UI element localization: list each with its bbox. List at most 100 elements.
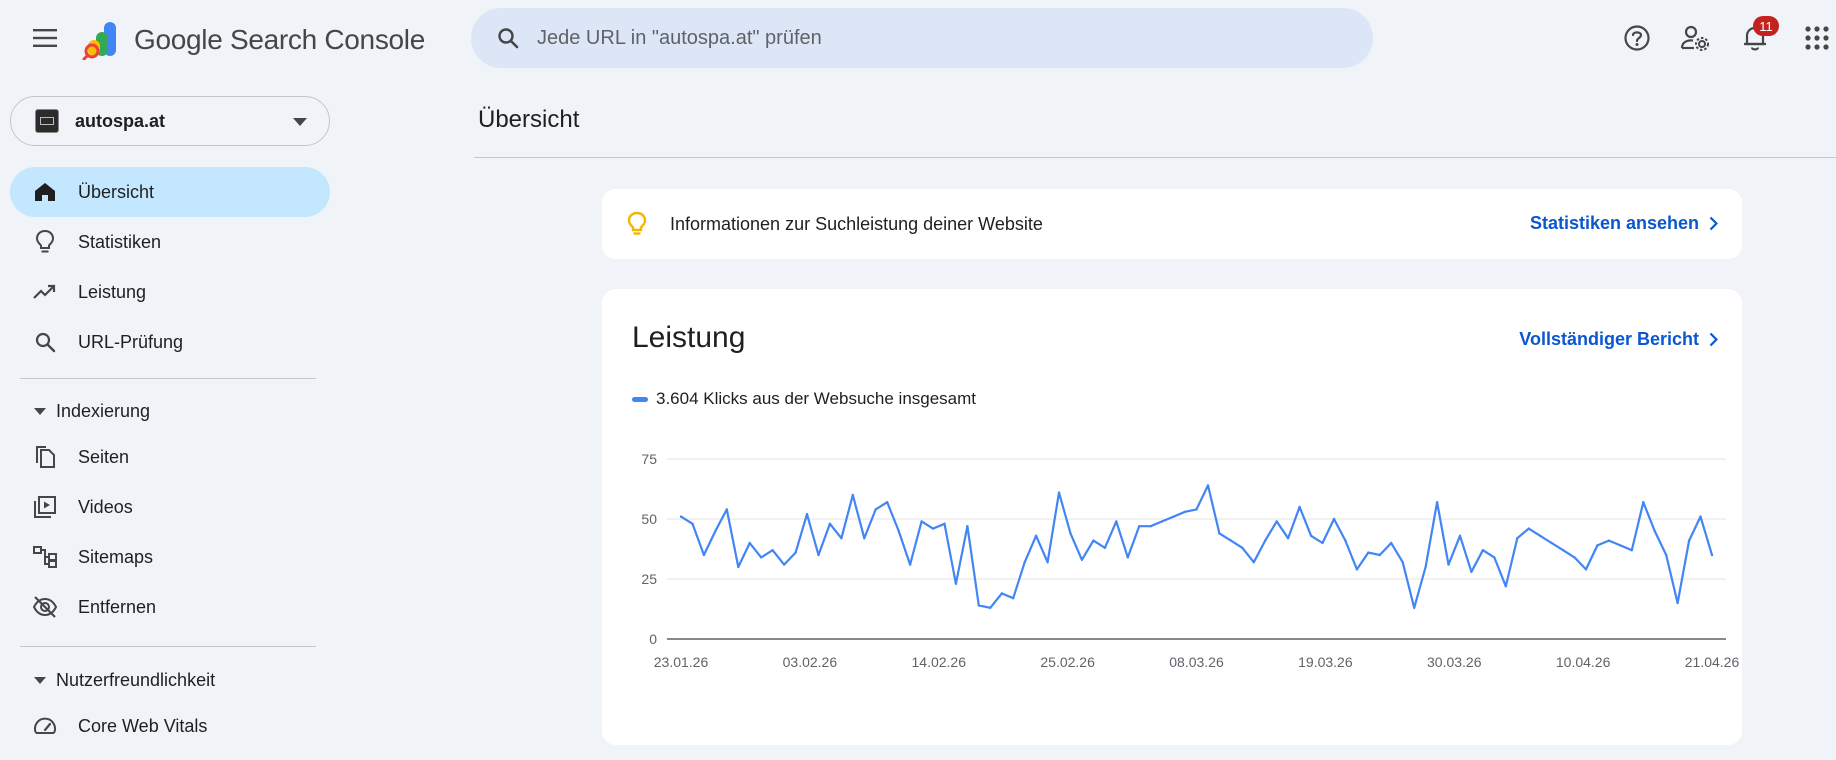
y-tick-label: 50: [641, 511, 657, 527]
nav-item-url-pruefung[interactable]: URL-Prüfung: [10, 317, 330, 367]
data-point: [1115, 520, 1118, 523]
nav-item-leistung[interactable]: Leistung: [10, 267, 330, 317]
data-point: [1103, 546, 1107, 549]
insight-card: Informationen zur Suchleistung deiner We…: [602, 189, 1742, 259]
data-point: [1264, 539, 1267, 542]
nav-item-label: Core Web Vitals: [78, 715, 208, 736]
nav-item-uebersicht[interactable]: Übersicht: [10, 167, 330, 217]
home-icon: [32, 179, 58, 205]
page-title: Übersicht: [478, 106, 580, 133]
lightbulb-icon: [32, 229, 58, 255]
data-point: [1447, 563, 1450, 566]
search-icon: [493, 23, 523, 53]
search-input[interactable]: [537, 26, 1317, 50]
nav-item-videos[interactable]: Videos: [10, 482, 330, 532]
data-point: [931, 527, 935, 530]
view-statistics-link[interactable]: Statistiken ansehen: [1530, 213, 1718, 234]
trending-up-icon: [32, 279, 58, 305]
nav-item-core-web-vitals[interactable]: Core Web Vitals: [10, 701, 330, 751]
data-point: [1630, 549, 1634, 552]
collapse-arrow-icon: [34, 407, 46, 415]
section-label: Nutzerfreundlichkeit: [56, 669, 216, 690]
apps-button[interactable]: [1799, 20, 1835, 56]
dropdown-arrow-icon: [293, 118, 307, 126]
speed-gauge-icon: [32, 713, 58, 739]
view-statistics-label: Statistiken ansehen: [1529, 213, 1699, 233]
data-point: [1642, 501, 1645, 504]
data-point: [1504, 585, 1507, 588]
section-toggle-nutzerfreundlichkeit[interactable]: Nutzerfreundlichkeit: [10, 660, 330, 700]
data-point: [1057, 491, 1061, 494]
nav-item-label: Statistiken: [78, 231, 162, 252]
data-point: [1573, 556, 1576, 559]
data-point: [1149, 525, 1152, 528]
data-point: [897, 529, 900, 533]
data-point: [1080, 558, 1084, 561]
section-toggle-indexierung[interactable]: Indexierung: [10, 391, 330, 431]
y-tick-label: 0: [649, 631, 657, 647]
data-point: [1229, 539, 1233, 542]
data-point: [943, 522, 946, 525]
nav-item-entfernen[interactable]: Entfernen: [10, 582, 330, 632]
data-point: [1584, 568, 1588, 571]
data-point: [748, 541, 751, 545]
chevron-right-icon: [1709, 216, 1718, 231]
clicks-line-chart: 0 25 50 75 23.01.26 03.02.26 14.02.26 25.02.26 0…: [641, 451, 1740, 670]
data-point: [1160, 520, 1164, 523]
data-point: [989, 606, 992, 609]
visibility-off-icon: [32, 594, 58, 620]
data-point: [1126, 556, 1129, 559]
sitemap-icon: [32, 544, 58, 570]
data-point: [1355, 568, 1359, 571]
data-point: [702, 553, 706, 557]
sidebar-divider: [20, 646, 316, 647]
nav-item-label: Leistung: [78, 281, 147, 302]
x-tick-label: 25.02.26: [1040, 654, 1095, 670]
data-point: [1183, 510, 1187, 513]
video-library-icon: [32, 494, 58, 520]
x-tick-label: 10.04.26: [1556, 654, 1611, 670]
data-point: [1653, 529, 1656, 533]
x-tick-label: 21.04.26: [1685, 654, 1740, 670]
nav-item-seiten[interactable]: Seiten: [10, 432, 330, 482]
notifications-button[interactable]: 11: [1737, 16, 1779, 56]
main-content: Übersicht Informationen zur Suchleistung…: [474, 76, 1836, 760]
data-point: [1000, 592, 1003, 595]
help-button[interactable]: [1619, 20, 1655, 56]
property-selector[interactable]: autospa.at: [10, 96, 330, 146]
apps-grid-icon: [1805, 26, 1829, 50]
data-point: [1413, 606, 1416, 609]
data-point: [1012, 597, 1015, 600]
data-point: [863, 537, 866, 540]
y-tick-label: 75: [641, 451, 657, 467]
data-point: [954, 582, 958, 585]
url-inspection-search[interactable]: [471, 8, 1373, 68]
data-point: [1424, 565, 1427, 569]
pages-icon: [32, 444, 58, 470]
hamburger-menu-icon: [33, 29, 57, 47]
data-point: [1516, 537, 1519, 540]
data-point: [1378, 553, 1381, 557]
help-icon: [1624, 25, 1650, 51]
account-settings-button[interactable]: [1677, 20, 1713, 56]
nav-item-statistiken[interactable]: Statistiken: [10, 217, 330, 267]
data-point: [1435, 501, 1439, 504]
data-point: [1138, 525, 1141, 528]
performance-card: Leistung Vollständiger Bericht 3.604 Kli…: [602, 289, 1742, 745]
search-console-logo[interactable]: Google Search Console: [82, 20, 425, 60]
data-point: [1527, 527, 1530, 530]
data-point: [714, 529, 717, 533]
title-divider: [474, 157, 1836, 158]
data-point: [1046, 561, 1049, 564]
data-point: [679, 515, 683, 518]
data-point: [874, 508, 877, 511]
section-label: Indexierung: [56, 400, 151, 421]
data-point: [817, 553, 820, 557]
clicks-series-line: [680, 484, 1714, 609]
main-menu-button[interactable]: [24, 20, 66, 56]
nav-item-sitemaps[interactable]: Sitemaps: [10, 532, 330, 582]
notifications-count-badge: 11: [1753, 16, 1779, 36]
data-point: [1470, 570, 1473, 573]
data-point: [1172, 515, 1175, 518]
data-point: [760, 556, 763, 559]
